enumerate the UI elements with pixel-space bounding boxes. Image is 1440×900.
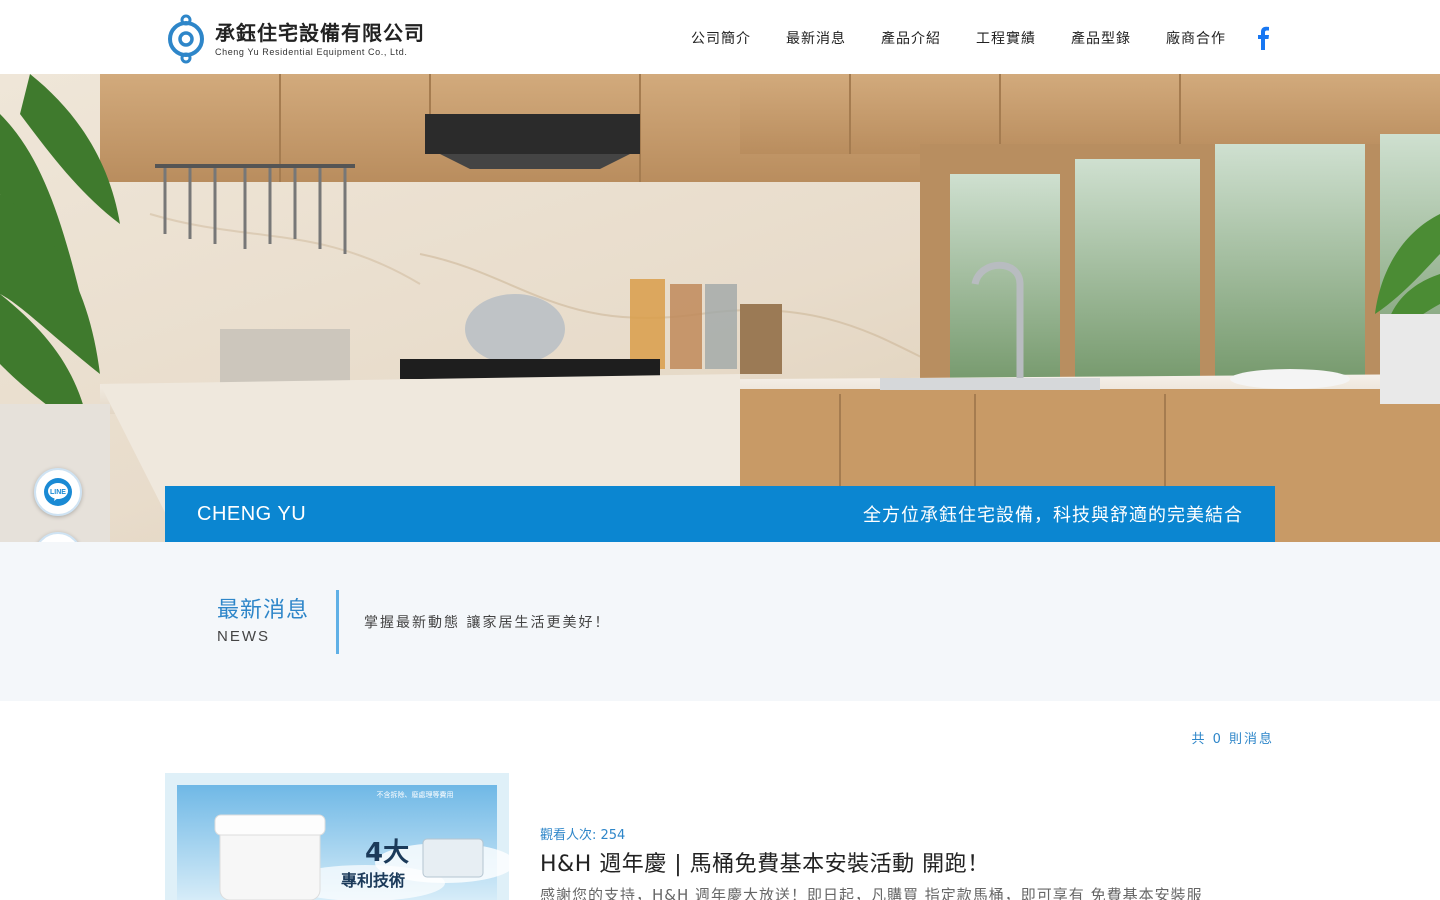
nav-news[interactable]: 最新消息 (786, 28, 846, 48)
article-excerpt: 感謝您的支持，H&H 週年慶大放送！即日起，凡購買 指定款馬桶，即可享有 免費基… (540, 886, 1203, 900)
title-divider (336, 590, 339, 654)
section-title: 最新消息 (217, 598, 310, 623)
news-section-header: 最新消息 NEWS 掌握最新動態 讓家居生活更美好！ (0, 542, 1440, 701)
toilet-promo-image: 不含拆除、廢處理等費用 4大 專利技術 (177, 785, 509, 900)
news-count: 共 0 則消息 (1191, 732, 1274, 747)
logo-mark-icon (168, 14, 204, 64)
band-slogan: 全方位承鈺住宅設備，科技與舒適的完美結合 (863, 505, 1243, 526)
nav-catalog[interactable]: 產品型錄 (1071, 28, 1131, 48)
kitchen-photo (0, 74, 1440, 542)
nav-products[interactable]: 產品介紹 (881, 28, 941, 48)
main-nav: 公司簡介 最新消息 產品介紹 工程實績 產品型錄 廠商合作 (656, 26, 1270, 50)
article-thumbnail[interactable]: 不含拆除、廢處理等費用 4大 專利技術 (165, 773, 509, 900)
logo[interactable]: 承鈺住宅設備有限公司 Cheng Yu Residential Equipmen… (165, 14, 425, 64)
article-view-count: 觀看人次: 254 (540, 828, 626, 843)
hero-tagline-band: CHENG YU 全方位承鈺住宅設備，科技與舒適的完美結合 (165, 486, 1275, 542)
band-brand: CHENG YU (197, 502, 307, 525)
nav-partners[interactable]: 廠商合作 (1166, 28, 1226, 48)
thumb-headline: 4大 (365, 838, 409, 868)
nav-about[interactable]: 公司簡介 (691, 28, 751, 48)
section-title-en: NEWS (217, 628, 270, 645)
article-title[interactable]: H&H 週年慶 | 馬桶免費基本安裝活動 開跑！ (540, 846, 990, 878)
facebook-icon[interactable] (1256, 26, 1270, 50)
line-label: LINE (50, 489, 66, 496)
company-name-en: Cheng Yu Residential Equipment Co., Ltd. (215, 47, 408, 57)
thumb-caption: 不含拆除、廢處理等費用 (377, 790, 454, 799)
line-button[interactable]: LINE (34, 468, 82, 516)
thumb-subheadline: 專利技術 (341, 871, 405, 890)
company-name-cn: 承鈺住宅設備有限公司 (215, 21, 425, 45)
site-header: 承鈺住宅設備有限公司 Cheng Yu Residential Equipmen… (0, 0, 1440, 74)
section-subtitle: 掌握最新動態 讓家居生活更美好！ (364, 615, 611, 631)
line-icon: LINE (44, 478, 72, 506)
hero-banner: CHENG YU 全方位承鈺住宅設備，科技與舒適的完美結合 LINE (0, 74, 1440, 542)
nav-projects[interactable]: 工程實績 (976, 28, 1036, 48)
